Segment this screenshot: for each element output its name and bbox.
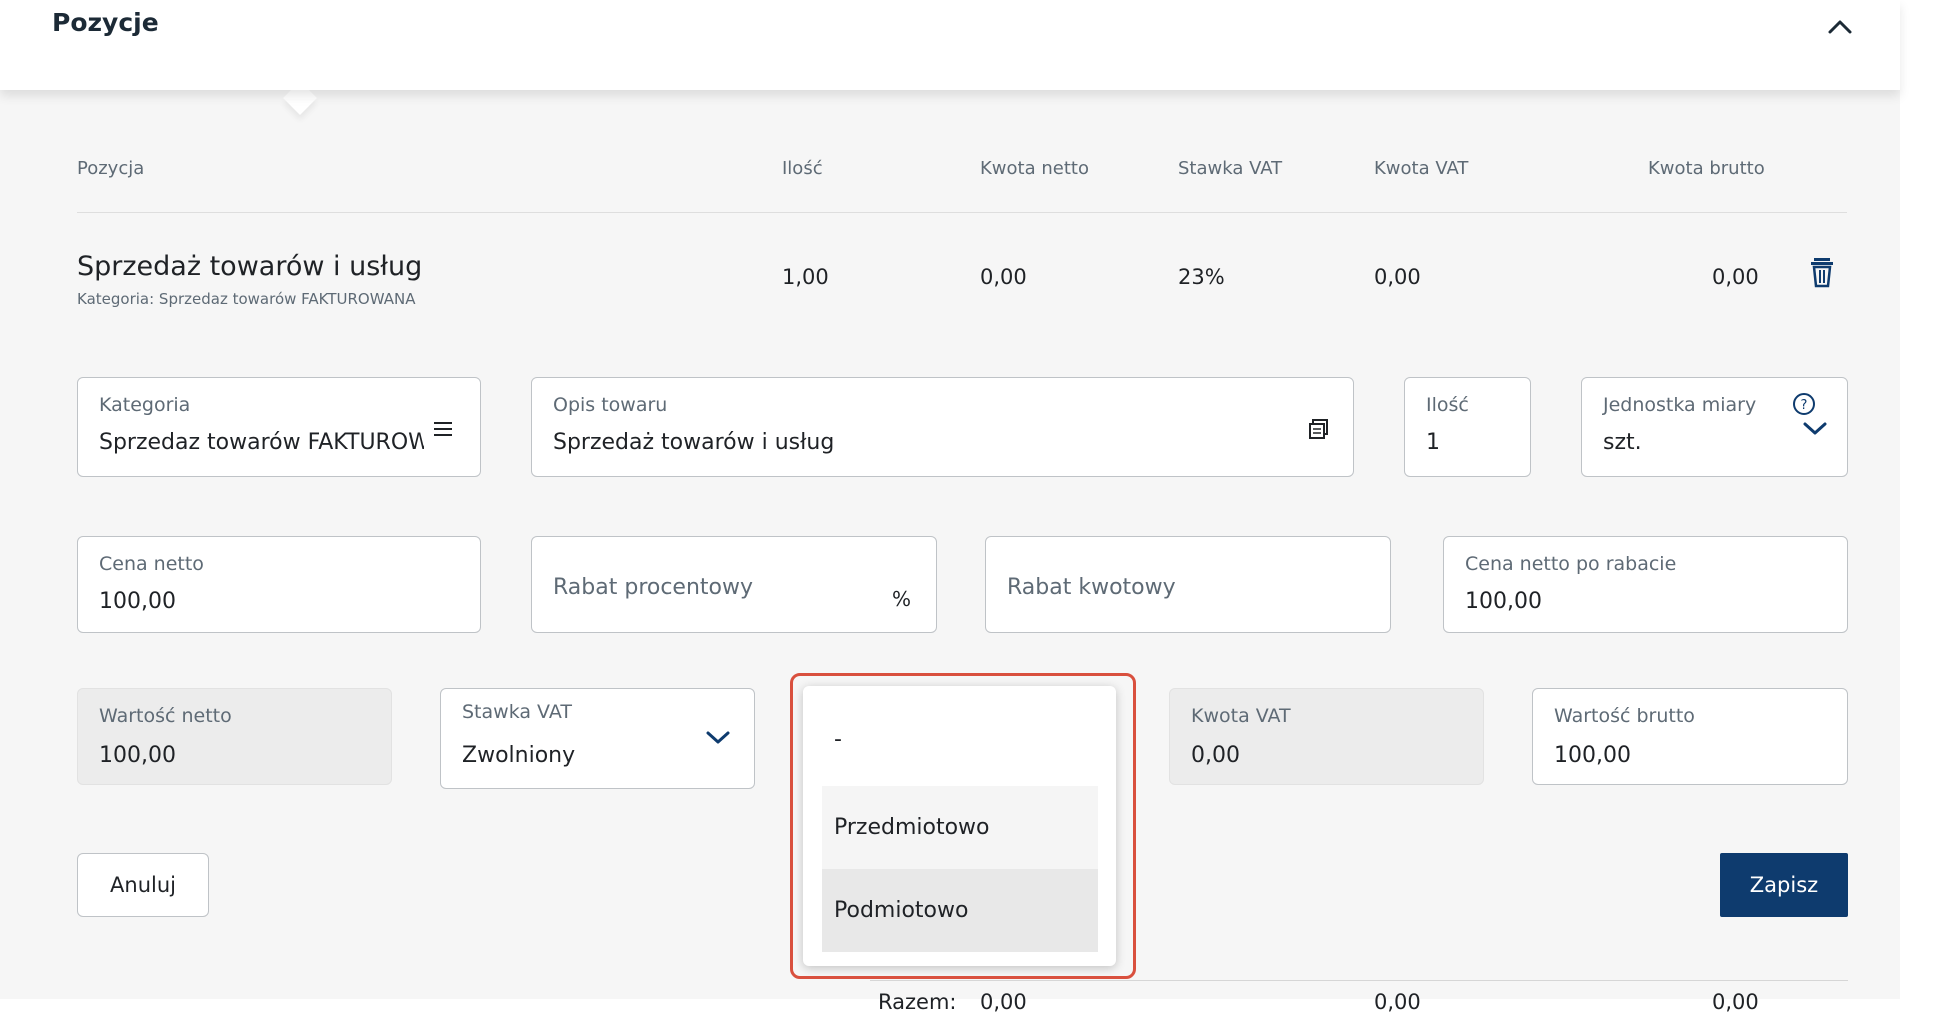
column-header-vat-rate: Stawka VAT bbox=[1178, 158, 1283, 179]
totals-gross: 0,00 bbox=[1712, 990, 1759, 1014]
category-field[interactable]: Kategoria Sprzedaz towarów FAKTUROWANA bbox=[77, 377, 481, 477]
column-header-position: Pozycja bbox=[77, 158, 145, 179]
description-value: Sprzedaż towarów i usług bbox=[553, 430, 835, 455]
amount-discount-placeholder: Rabat kwotowy bbox=[1007, 575, 1176, 600]
net-price-field[interactable]: Cena netto 100,00 bbox=[77, 536, 481, 633]
item-title: Sprzedaż towarów i usług bbox=[77, 251, 423, 282]
description-field[interactable]: Opis towaru Sprzedaż towarów i usług bbox=[531, 377, 1354, 477]
chevron-down-icon[interactable] bbox=[703, 727, 733, 747]
vat-rate-label: Stawka VAT bbox=[462, 701, 572, 723]
category-value: Sprzedaz towarów FAKTUROWANA bbox=[99, 430, 424, 455]
dropdown-option-przedmiotowo[interactable]: Przedmiotowo bbox=[822, 786, 1098, 869]
net-value-field: Wartość netto 100,00 bbox=[77, 688, 392, 785]
column-header-quantity: Ilość bbox=[782, 158, 823, 179]
discounted-net-price-field[interactable]: Cena netto po rabacie 100,00 bbox=[1443, 536, 1848, 633]
gross-value-field[interactable]: Wartość brutto 100,00 bbox=[1532, 688, 1848, 785]
vat-exemption-dropdown: - Przedmiotowo Podmiotowo bbox=[803, 686, 1116, 966]
save-button[interactable]: Zapisz bbox=[1720, 853, 1848, 917]
vat-rate-select[interactable]: Stawka VAT Zwolniony bbox=[440, 688, 755, 789]
totals-net: 0,00 bbox=[980, 990, 1027, 1014]
totals-divider bbox=[870, 980, 1848, 981]
dropdown-option-podmiotowo[interactable]: Podmiotowo bbox=[822, 869, 1098, 952]
item-vat-rate: 23% bbox=[1178, 265, 1225, 289]
item-category: Kategoria: Sprzedaz towarów FAKTUROWANA bbox=[77, 290, 416, 308]
unit-value: szt. bbox=[1603, 430, 1642, 455]
unit-field[interactable]: Jednostka miary ? szt. bbox=[1581, 377, 1848, 477]
description-label: Opis towaru bbox=[553, 394, 668, 416]
item-gross: 0,00 bbox=[1712, 265, 1759, 289]
totals-vat: 0,00 bbox=[1374, 990, 1421, 1014]
list-menu-icon[interactable] bbox=[432, 420, 454, 438]
section-header: Pozycje bbox=[0, 0, 1900, 90]
gross-value-value: 100,00 bbox=[1554, 743, 1631, 768]
svg-text:?: ? bbox=[1801, 398, 1808, 413]
vat-amount-field: Kwota VAT 0,00 bbox=[1169, 688, 1484, 785]
vat-rate-value: Zwolniony bbox=[462, 743, 576, 768]
trash-icon bbox=[1811, 258, 1833, 288]
collapse-button[interactable] bbox=[1822, 8, 1858, 44]
dropdown-option-none[interactable]: - bbox=[822, 698, 1098, 781]
column-header-vat-amount: Kwota VAT bbox=[1374, 158, 1469, 179]
section-title: Pozycje bbox=[52, 8, 159, 37]
category-label: Kategoria bbox=[99, 394, 191, 416]
quantity-field[interactable]: Ilość 1 bbox=[1404, 377, 1531, 477]
net-value-value: 100,00 bbox=[99, 743, 176, 768]
net-value-label: Wartość netto bbox=[99, 705, 232, 727]
totals-label: Razem: bbox=[878, 990, 957, 1014]
vat-amount-value: 0,00 bbox=[1191, 743, 1240, 768]
quantity-value: 1 bbox=[1426, 430, 1440, 455]
percent-discount-placeholder: Rabat procentowy bbox=[553, 575, 754, 600]
amount-discount-input[interactable]: Rabat kwotowy bbox=[985, 536, 1391, 633]
header-divider bbox=[77, 212, 1847, 213]
quantity-label: Ilość bbox=[1426, 394, 1469, 416]
gross-value-label: Wartość brutto bbox=[1554, 705, 1695, 727]
percent-suffix: % bbox=[892, 587, 912, 611]
item-net: 0,00 bbox=[980, 265, 1027, 289]
chevron-up-icon bbox=[1828, 20, 1852, 34]
catalog-icon[interactable] bbox=[1308, 418, 1330, 440]
column-header-net-amount: Kwota netto bbox=[980, 158, 1089, 179]
net-price-value: 100,00 bbox=[99, 589, 176, 614]
discounted-net-price-value: 100,00 bbox=[1465, 589, 1542, 614]
unit-label: Jednostka miary bbox=[1603, 394, 1757, 416]
item-quantity: 1,00 bbox=[782, 265, 829, 289]
delete-item-button[interactable] bbox=[1810, 258, 1834, 288]
percent-discount-input[interactable]: Rabat procentowy % bbox=[531, 536, 937, 633]
cancel-button[interactable]: Anuluj bbox=[77, 853, 209, 917]
help-icon[interactable]: ? bbox=[1792, 392, 1816, 416]
chevron-down-icon[interactable] bbox=[1800, 418, 1830, 438]
net-price-label: Cena netto bbox=[99, 553, 204, 575]
vat-amount-label: Kwota VAT bbox=[1191, 705, 1291, 727]
discounted-net-price-label: Cena netto po rabacie bbox=[1465, 553, 1677, 575]
column-header-gross-amount: Kwota brutto bbox=[1648, 158, 1765, 179]
item-vat-amount: 0,00 bbox=[1374, 265, 1421, 289]
